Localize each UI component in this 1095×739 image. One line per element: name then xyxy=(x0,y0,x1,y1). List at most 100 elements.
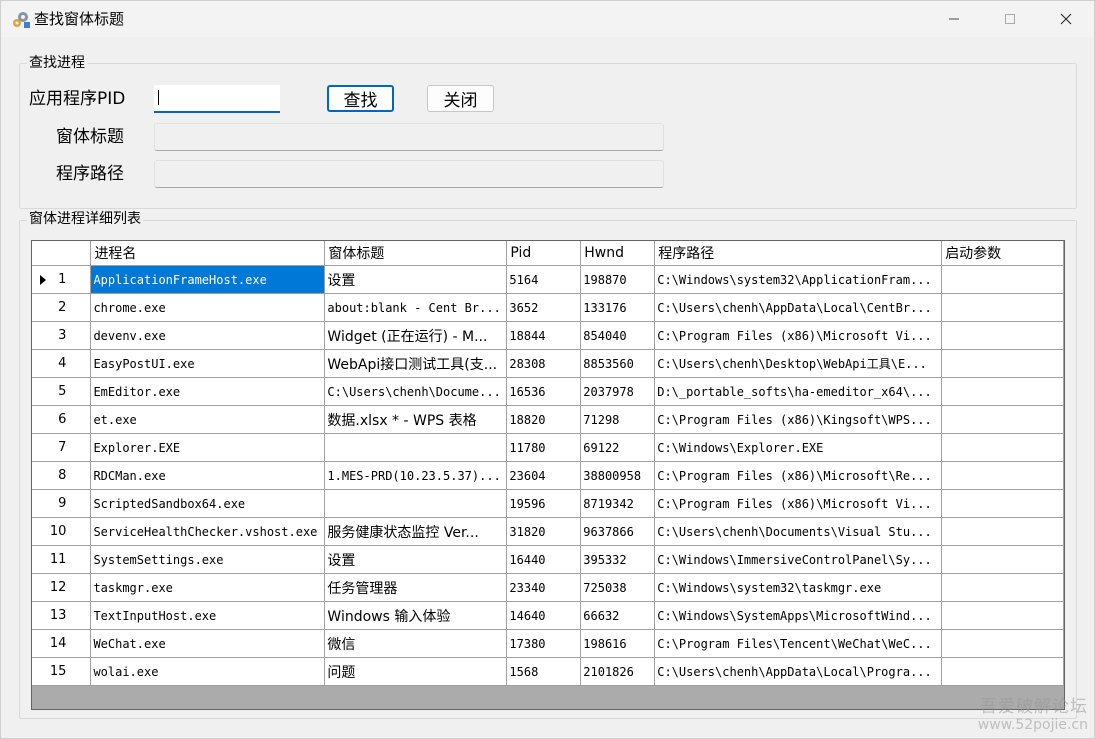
close-window-button[interactable] xyxy=(1039,1,1093,37)
find-button[interactable]: 查找 xyxy=(327,85,394,112)
cell-program-path[interactable]: C:\Users\chenh\Desktop\WebApi工具\E... xyxy=(654,349,943,378)
row-header[interactable]: 1 xyxy=(32,265,92,294)
cell-window-title[interactable]: C:\Users\chenh\Docume... xyxy=(324,377,508,406)
cell-window-title[interactable]: 问题 xyxy=(324,657,508,686)
cell-start-args[interactable] xyxy=(941,545,1064,574)
cell-pid[interactable]: 31820 xyxy=(506,517,582,546)
cell-pid[interactable]: 3652 xyxy=(506,293,582,322)
cell-hwnd[interactable]: 725038 xyxy=(580,573,656,602)
cell-pid[interactable]: 16536 xyxy=(506,377,582,406)
cell-process-name[interactable]: devenv.exe xyxy=(90,321,326,350)
cell-start-args[interactable] xyxy=(941,601,1064,630)
cell-pid[interactable]: 16440 xyxy=(506,545,582,574)
cell-hwnd[interactable]: 133176 xyxy=(580,293,656,322)
cell-start-args[interactable] xyxy=(941,405,1064,434)
cell-program-path[interactable]: C:\Windows\system32\taskmgr.exe xyxy=(654,573,943,602)
row-header[interactable]: 9 xyxy=(32,489,92,518)
row-header[interactable]: 6 xyxy=(32,405,92,434)
cell-window-title[interactable] xyxy=(324,489,508,518)
cell-process-name[interactable]: ServiceHealthChecker.vshost.exe xyxy=(90,517,326,546)
table-row[interactable]: 13 TextInputHost.exe Windows 输入体验 14640 6663… xyxy=(32,601,1064,630)
cell-program-path[interactable]: C:\Users\chenh\AppData\Local\Progra... xyxy=(654,657,943,686)
cell-pid[interactable]: 28308 xyxy=(506,349,582,378)
cell-window-title[interactable]: 设置 xyxy=(324,265,508,294)
table-row[interactable]: 3 devenv.exe Widget (正在运行) - M... 18844 8540… xyxy=(32,321,1064,350)
cell-program-path[interactable]: C:\Program Files (x86)\Microsoft Vi... xyxy=(654,489,943,518)
pid-input[interactable] xyxy=(154,85,280,113)
cell-hwnd[interactable]: 71298 xyxy=(580,405,656,434)
row-header-corner[interactable] xyxy=(32,241,92,266)
cell-hwnd[interactable]: 198616 xyxy=(580,629,656,658)
table-row[interactable]: 12 taskmgr.exe 任务管理器 23340 725038 C:\Windows\… xyxy=(32,573,1064,602)
close-button[interactable]: 关闭 xyxy=(427,85,494,112)
cell-window-title[interactable]: 微信 xyxy=(324,629,508,658)
maximize-button[interactable] xyxy=(983,1,1037,37)
cell-start-args[interactable] xyxy=(941,321,1064,350)
cell-program-path[interactable]: C:\Program Files\Tencent\WeChat\WeC... xyxy=(654,629,943,658)
cell-start-args[interactable] xyxy=(941,293,1064,322)
cell-process-name[interactable]: RDCMan.exe xyxy=(90,461,326,490)
cell-process-name[interactable]: EmEditor.exe xyxy=(90,377,326,406)
cell-window-title[interactable]: 任务管理器 xyxy=(324,573,508,602)
row-header[interactable]: 4 xyxy=(32,349,92,378)
cell-process-name[interactable]: chrome.exe xyxy=(90,293,326,322)
cell-hwnd[interactable]: 854040 xyxy=(580,321,656,350)
cell-window-title[interactable]: about:blank - Cent Br... xyxy=(324,293,508,322)
row-header[interactable]: 12 xyxy=(32,573,92,602)
row-header[interactable]: 13 xyxy=(32,601,92,630)
cell-start-args[interactable] xyxy=(941,377,1064,406)
row-header[interactable]: 11 xyxy=(32,545,92,574)
cell-process-name[interactable]: Explorer.EXE xyxy=(90,433,326,462)
cell-window-title[interactable] xyxy=(324,433,508,462)
table-row[interactable]: 2 chrome.exe about:blank - Cent Br... 3652 1… xyxy=(32,293,1064,322)
table-row[interactable]: 11 SystemSettings.exe 设置 16440 395332 C:\Wind… xyxy=(32,545,1064,574)
cell-window-title[interactable]: Windows 输入体验 xyxy=(324,601,508,630)
table-row[interactable]: 9 ScriptedSandbox64.exe 19596 8719342 C:\Pro… xyxy=(32,489,1064,518)
cell-process-name[interactable]: ApplicationFrameHost.exe xyxy=(90,265,326,294)
cell-hwnd[interactable]: 395332 xyxy=(580,545,656,574)
cell-hwnd[interactable]: 2101826 xyxy=(580,657,656,686)
cell-pid[interactable]: 1568 xyxy=(506,657,582,686)
cell-pid[interactable]: 23604 xyxy=(506,461,582,490)
cell-start-args[interactable] xyxy=(941,517,1064,546)
cell-program-path[interactable]: C:\Windows\ImmersiveControlPanel\Sy... xyxy=(654,545,943,574)
table-row[interactable]: 1 ApplicationFrameHost.exe 设置 5164 198870 C:\… xyxy=(32,265,1064,294)
cell-hwnd[interactable]: 9637866 xyxy=(580,517,656,546)
cell-program-path[interactable]: C:\Program Files (x86)\Microsoft Vi... xyxy=(654,321,943,350)
cell-process-name[interactable]: ScriptedSandbox64.exe xyxy=(90,489,326,518)
row-header[interactable]: 14 xyxy=(32,629,92,658)
cell-pid[interactable]: 5164 xyxy=(506,265,582,294)
row-header[interactable]: 8 xyxy=(32,461,92,490)
cell-process-name[interactable]: SystemSettings.exe xyxy=(90,545,326,574)
cell-start-args[interactable] xyxy=(941,433,1064,462)
table-row[interactable]: 8 RDCMan.exe 1.MES-PRD(10.23.5.37)... 23604… xyxy=(32,461,1064,490)
cell-process-name[interactable]: taskmgr.exe xyxy=(90,573,326,602)
column-header-title[interactable]: 窗体标题 xyxy=(324,241,508,266)
cell-pid[interactable]: 19596 xyxy=(506,489,582,518)
cell-pid[interactable]: 11780 xyxy=(506,433,582,462)
cell-window-title[interactable]: 数据.xlsx * - WPS 表格 xyxy=(324,405,508,434)
cell-program-path[interactable]: C:\Program Files (x86)\Microsoft\Re... xyxy=(654,461,943,490)
cell-start-args[interactable] xyxy=(941,489,1064,518)
cell-process-name[interactable]: et.exe xyxy=(90,405,326,434)
cell-program-path[interactable]: D:\_portable_softs\ha-emeditor_x64\... xyxy=(654,377,943,406)
table-row[interactable]: 6 et.exe 数据.xlsx * - WPS 表格 18820 71298 C:\Pr… xyxy=(32,405,1064,434)
minimize-button[interactable] xyxy=(927,1,981,37)
cell-hwnd[interactable]: 66632 xyxy=(580,601,656,630)
cell-start-args[interactable] xyxy=(941,265,1064,294)
cell-start-args[interactable] xyxy=(941,573,1064,602)
cell-process-name[interactable]: WeChat.exe xyxy=(90,629,326,658)
cell-hwnd[interactable]: 2037978 xyxy=(580,377,656,406)
cell-window-title[interactable]: WebApi接口测试工具(支... xyxy=(324,349,508,378)
cell-pid[interactable]: 23340 xyxy=(506,573,582,602)
cell-process-name[interactable]: wolai.exe xyxy=(90,657,326,686)
cell-start-args[interactable] xyxy=(941,657,1064,686)
cell-program-path[interactable]: C:\Windows\Explorer.EXE xyxy=(654,433,943,462)
cell-program-path[interactable]: C:\Windows\SystemApps\MicrosoftWind... xyxy=(654,601,943,630)
cell-program-path[interactable]: C:\Program Files (x86)\Kingsoft\WPS... xyxy=(654,405,943,434)
cell-hwnd[interactable]: 8719342 xyxy=(580,489,656,518)
column-header-hwnd[interactable]: Hwnd xyxy=(580,241,656,266)
cell-process-name[interactable]: TextInputHost.exe xyxy=(90,601,326,630)
cell-window-title[interactable]: 1.MES-PRD(10.23.5.37)... xyxy=(324,461,508,490)
cell-start-args[interactable] xyxy=(941,461,1064,490)
